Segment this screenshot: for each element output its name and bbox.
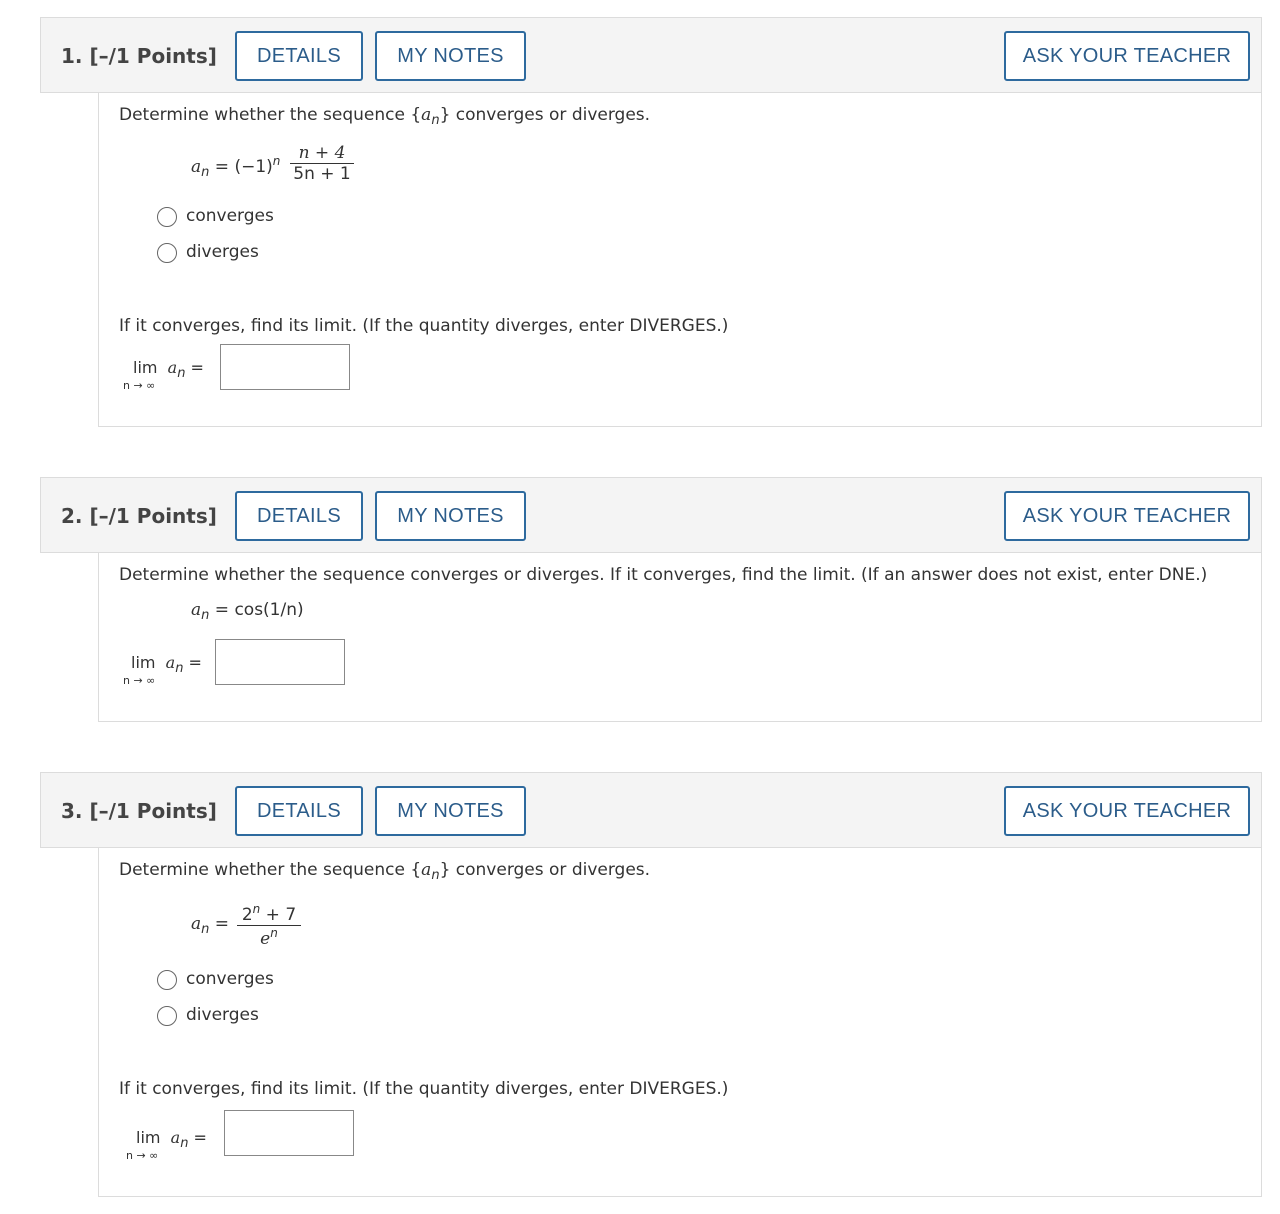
diverges-radio[interactable]: [157, 243, 177, 263]
question-prompt: Determine whether the sequence converges…: [119, 565, 1208, 585]
limit-answer-input[interactable]: [220, 344, 350, 390]
ask-your-teacher-button[interactable]: ASK YOUR TEACHER: [1004, 491, 1250, 541]
limit-answer-input[interactable]: [215, 639, 345, 685]
converges-label: converges: [186, 206, 274, 226]
diverges-label: diverges: [186, 242, 259, 262]
limit-expression: lim an =: [136, 1128, 207, 1151]
limit-answer-input[interactable]: [224, 1110, 354, 1156]
diverges-radio[interactable]: [157, 1006, 177, 1026]
details-button[interactable]: DETAILS: [235, 491, 363, 541]
question-2-body: Determine whether the sequence converges…: [98, 553, 1262, 722]
details-button[interactable]: DETAILS: [235, 786, 363, 836]
question-number: 2. [–/1 Points]: [61, 504, 217, 528]
sequence-formula: an = cos(1/n): [191, 600, 304, 623]
limit-prompt: If it converges, find its limit. (If the…: [119, 1079, 729, 1099]
converges-radio[interactable]: [157, 970, 177, 990]
converges-radio[interactable]: [157, 207, 177, 227]
ask-your-teacher-button[interactable]: ASK YOUR TEACHER: [1004, 786, 1250, 836]
formula-fraction: n + 4 5n + 1: [290, 143, 354, 184]
converges-label: converges: [186, 969, 274, 989]
limit-prompt: If it converges, find its limit. (If the…: [119, 316, 729, 336]
diverges-label: diverges: [186, 1005, 259, 1025]
question-prompt: Determine whether the sequence {an} conv…: [119, 860, 651, 883]
question-prompt: Determine whether the sequence {an} conv…: [119, 105, 651, 128]
limit-subscript: n → ∞: [123, 674, 156, 687]
question-3-body: Determine whether the sequence {an} conv…: [98, 848, 1262, 1197]
limit-expression: lim an =: [133, 358, 204, 381]
sequence-formula: an =: [191, 914, 230, 937]
details-button[interactable]: DETAILS: [235, 31, 363, 81]
ask-your-teacher-button[interactable]: ASK YOUR TEACHER: [1004, 31, 1250, 81]
question-2-header: 2. [–/1 Points] DETAILS MY NOTES ASK YOU…: [40, 477, 1262, 553]
formula-fraction: 2n + 7 en: [237, 902, 301, 949]
question-3-header: 3. [–/1 Points] DETAILS MY NOTES ASK YOU…: [40, 772, 1262, 848]
sequence-formula: an = (−1)n: [191, 154, 281, 180]
limit-subscript: n → ∞: [126, 1149, 159, 1162]
question-number: 3. [–/1 Points]: [61, 799, 217, 823]
my-notes-button[interactable]: MY NOTES: [375, 786, 526, 836]
limit-subscript: n → ∞: [123, 379, 156, 392]
question-1-header: 1. [–/1 Points] DETAILS MY NOTES ASK YOU…: [40, 17, 1262, 93]
my-notes-button[interactable]: MY NOTES: [375, 31, 526, 81]
question-1-body: Determine whether the sequence {an} conv…: [98, 93, 1262, 427]
question-number: 1. [–/1 Points]: [61, 44, 217, 68]
my-notes-button[interactable]: MY NOTES: [375, 491, 526, 541]
limit-expression: lim an =: [131, 653, 202, 676]
